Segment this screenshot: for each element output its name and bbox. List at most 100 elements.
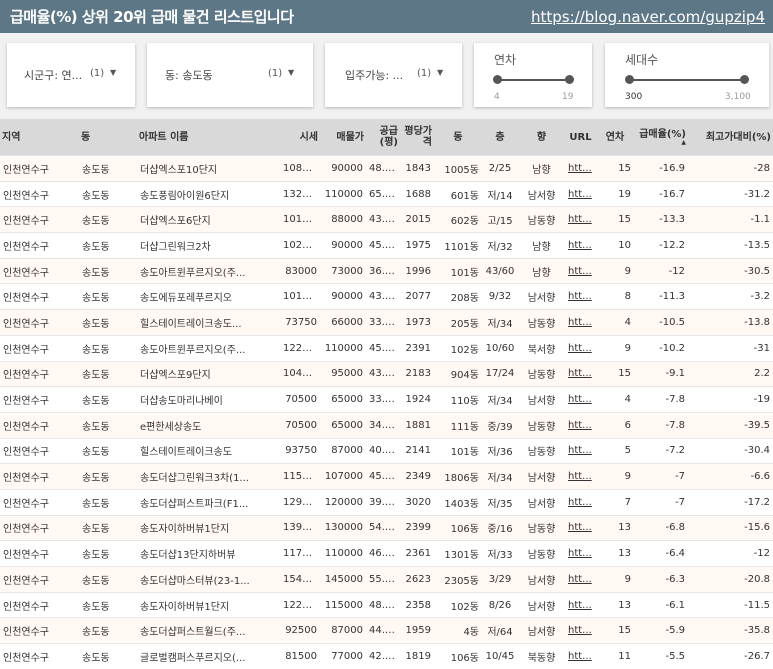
table-row[interactable]: 인천연수구 송도동 글로벌캠퍼스푸르지오(... 81500 77000 42.33 181… (0, 643, 773, 669)
column-header[interactable]: 매물가 (320, 119, 366, 156)
filter-dong-dropdown[interactable]: 동: 송도동 (1) ▼ (147, 43, 313, 107)
cell-url-link[interactable]: htt... (565, 643, 596, 669)
cell-url-link[interactable]: htt... (565, 386, 596, 413)
column-header[interactable]: 지역 (0, 119, 79, 156)
blog-link[interactable]: https://blog.naver.com/gupzip4 (531, 8, 765, 26)
column-header[interactable]: 시세 (280, 119, 320, 156)
cell-apartment-name: 송도더샵퍼스트파크(F1... (137, 488, 280, 516)
cell-direction: 남서향 (518, 566, 565, 593)
column-header[interactable]: 동 (434, 119, 482, 156)
table-row[interactable]: 인천연수구 송도동 송도아트윈푸르지오(주... 122500 110000 45.99 2… (0, 334, 773, 361)
table-row[interactable]: 인천연수구 송도동 힐스테이트레이크송도 93750 87000 40.62 2141 101… (0, 437, 773, 464)
column-header[interactable]: 향 (518, 119, 565, 156)
column-header[interactable]: 연차 (596, 119, 634, 156)
cell-price-per-pyeong: 2183 (400, 360, 434, 387)
cell-url-link[interactable]: htt... (565, 155, 596, 182)
table-row[interactable]: 인천연수구 송도동 송도더샵퍼스트월드(주... 92500 87000 44.41 195… (0, 617, 773, 644)
cell-price-per-pyeong: 1688 (400, 180, 434, 207)
table-row[interactable]: 인천연수구 송도동 송도자이하버뷰1단지 122500 115000 48.76 2358 1… (0, 591, 773, 618)
cell-price-per-pyeong: 1843 (400, 155, 434, 182)
table-row[interactable]: 인천연수구 송도동 더샵엑스포10단지 108250 90000 48.81 1843 100… (0, 155, 773, 182)
table-row[interactable]: 인천연수구 송도동 더샵엑스포6단지 101500 88000 43.67 2015 602동… (0, 206, 773, 233)
slider-track[interactable] (498, 79, 569, 81)
cell-url-link[interactable]: htt... (565, 257, 596, 284)
column-header[interactable]: 최고가대비(%) (688, 119, 773, 156)
slider-max-handle[interactable] (740, 75, 749, 84)
slider-max-handle[interactable] (565, 75, 574, 84)
cell-price-per-pyeong: 2358 (400, 591, 434, 618)
filter-movein-dropdown[interactable]: 입주가능: ... (1) ▼ (325, 43, 462, 107)
chevron-down-icon[interactable]: ▼ (110, 68, 116, 77)
cell-url-link[interactable]: htt... (565, 334, 596, 361)
cell-url-link[interactable]: htt... (565, 488, 596, 516)
filter-sigungu-dropdown[interactable]: 시군구: 연... (1) ▼ (7, 43, 135, 107)
filter-dong-label: 동: 송도동 (165, 69, 213, 82)
table-row[interactable]: 인천연수구 송도동 송도더샵퍼스트파크(F1... 129000 120000 39.73… (0, 488, 773, 516)
cell-url-link[interactable]: htt... (565, 437, 596, 464)
column-header[interactable]: 동 (79, 119, 137, 156)
table-row[interactable]: 인천연수구 송도동 e편한세상송도 70500 65000 34.54 1881 111동 중/… (0, 411, 773, 439)
chevron-down-icon[interactable]: ▼ (437, 68, 443, 77)
cell-region: 인천연수구 (0, 411, 79, 439)
table-row[interactable]: 인천연수구 송도동 더샵그린워크2차 102500 90000 45.55 1975 1101… (0, 232, 773, 259)
cell-discount-rate: -7 (634, 463, 688, 490)
filter-households-slider[interactable]: 세대수 300 3,100 (605, 43, 769, 107)
cell-supply-area: 43.51 (366, 360, 400, 387)
cell-url-link[interactable]: htt... (565, 617, 596, 644)
table-row[interactable]: 인천연수구 송도동 더샵엑스포9단지 104500 95000 43.51 2183 904동… (0, 360, 773, 387)
cell-direction: 남향 (518, 257, 565, 284)
cell-building: 102동 (434, 334, 482, 361)
slider-track[interactable] (629, 79, 745, 81)
cell-url-link[interactable]: htt... (565, 463, 596, 490)
column-header-sorted[interactable]: 급매율(%) ▲ (634, 119, 688, 156)
column-header[interactable]: 공급(평) (366, 119, 400, 156)
table-row[interactable]: 인천연수구 송도동 송도더샵그린워크3차(1... 115000 107000 45.55… (0, 463, 773, 490)
table-row[interactable]: 인천연수구 송도동 더샵송도마리나베이 70500 65000 33.78 1924 110동… (0, 386, 773, 413)
column-header[interactable]: 평당가격 (400, 119, 434, 156)
table-row[interactable]: 인천연수구 송도동 송도더샵13단지하버뷰 117500 110000 46.59 2361… (0, 540, 773, 567)
cell-supply-area: 36.57 (366, 257, 400, 284)
cell-url-link[interactable]: htt... (565, 411, 596, 439)
cell-vs-peak: -13.5 (688, 232, 773, 259)
table-row[interactable]: 인천연수구 송도동 송도아트윈푸르지오(주... 83000 73000 36.57 199… (0, 257, 773, 284)
cell-market-price: 108250 (280, 155, 320, 182)
cell-dong: 송도동 (79, 411, 137, 439)
cell-url-link[interactable]: htt... (565, 309, 596, 336)
cell-supply-area: 65.14 (366, 180, 400, 207)
cell-url-link[interactable]: htt... (565, 514, 596, 541)
table-row[interactable]: 인천연수구 송도동 송도더샵마스터뷰(23-1... 154750 145000 55.2… (0, 566, 773, 593)
table-header-row: 지역 동 아파트 이름 시세 매물가 공급(평) 평당가격 동 층 향 URL … (0, 119, 773, 156)
cell-price-per-pyeong: 1819 (400, 643, 434, 669)
cell-discount-rate: -5.9 (634, 617, 688, 644)
chevron-down-icon[interactable]: ▼ (288, 68, 294, 77)
slider-min-handle[interactable] (625, 75, 634, 84)
column-header[interactable]: 아파트 이름 (137, 119, 280, 156)
cell-price-per-pyeong: 1924 (400, 386, 434, 413)
cell-market-price: 101500 (280, 283, 320, 310)
cell-vs-peak: -19 (688, 386, 773, 413)
table-row[interactable]: 인천연수구 송도동 힐스테이트레이크송도... 73750 66000 33.44 1973… (0, 309, 773, 336)
cell-url-link[interactable]: htt... (565, 566, 596, 593)
table-row[interactable]: 인천연수구 송도동 송도자이하버뷰1단지 139500 130000 54.18 2399 1… (0, 514, 773, 541)
slider-max-value: 19 (562, 92, 574, 102)
cell-url-link[interactable]: htt... (565, 232, 596, 259)
slider-max-value: 3,100 (725, 92, 751, 102)
cell-url-link[interactable]: htt... (565, 180, 596, 207)
cell-market-price: 129000 (280, 488, 320, 516)
cell-price-per-pyeong: 1996 (400, 257, 434, 284)
cell-url-link[interactable]: htt... (565, 206, 596, 233)
column-header[interactable]: URL (565, 119, 596, 156)
slider-min-handle[interactable] (493, 75, 502, 84)
table-row[interactable]: 인천연수구 송도동 송도풍림아이원6단지 132000 110000 65.14 1688 6… (0, 180, 773, 207)
filter-age-slider[interactable]: 연차 4 19 (474, 43, 592, 107)
cell-supply-area: 43.32 (366, 283, 400, 310)
cell-listing-price: 110000 (320, 334, 366, 361)
column-header[interactable]: 층 (482, 119, 518, 156)
cell-floor: 저/32 (482, 232, 518, 259)
cell-url-link[interactable]: htt... (565, 540, 596, 567)
cell-url-link[interactable]: htt... (565, 360, 596, 387)
table-row[interactable]: 인천연수구 송도동 송도에듀포레푸르지오 101500 90000 43.32 2077 20… (0, 283, 773, 310)
cell-url-link[interactable]: htt... (565, 283, 596, 310)
cell-age: 9 (596, 463, 634, 490)
cell-url-link[interactable]: htt... (565, 591, 596, 618)
